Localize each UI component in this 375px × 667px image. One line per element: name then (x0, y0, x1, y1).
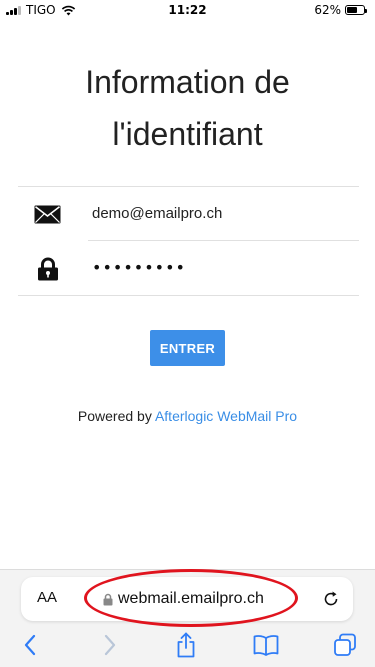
afterlogic-link[interactable]: Afterlogic WebMail Pro (155, 408, 297, 424)
password-row: ••••••••• (18, 241, 359, 296)
divider (18, 295, 359, 296)
page-title-line1: Information de (85, 64, 290, 100)
book-icon (253, 635, 279, 656)
submit-button[interactable]: ENTRER (150, 330, 225, 366)
browser-bar: AA webmail.emailpro.ch (0, 569, 375, 667)
share-button[interactable] (171, 632, 201, 658)
email-field[interactable] (92, 199, 352, 227)
lock-icon (103, 593, 113, 605)
screen: TIGO 11:22 62% Information de l'identifi… (0, 0, 375, 667)
share-icon (177, 632, 195, 658)
padlock-icon (34, 257, 61, 281)
url-field[interactable]: webmail.emailpro.ch (103, 590, 264, 608)
battery-percent: 62% (314, 3, 341, 17)
status-right: 62% (314, 3, 367, 17)
powered-by-prefix: Powered by (77, 408, 155, 424)
bookmarks-button[interactable] (251, 632, 281, 658)
page-title-line2: l'identifiant (112, 116, 263, 152)
tabs-icon (334, 633, 356, 656)
email-row (18, 186, 359, 241)
login-form: ••••••••• (18, 186, 359, 296)
url-text: webmail.emailpro.ch (118, 590, 264, 607)
envelope-icon (34, 203, 61, 225)
reload-icon[interactable] (321, 589, 341, 609)
text-size-button[interactable]: AA (37, 589, 57, 606)
address-bar[interactable]: AA webmail.emailpro.ch (21, 577, 353, 621)
powered-by: Powered by Afterlogic WebMail Pro (0, 408, 375, 424)
chevron-right-icon (104, 634, 116, 656)
text-size-label: AA (37, 589, 58, 606)
chevron-left-icon (24, 634, 36, 656)
page-title: Information de l'identifiant (20, 56, 355, 160)
battery-level (347, 7, 357, 13)
status-bar: TIGO 11:22 62% (0, 0, 375, 20)
browser-toolbar (0, 630, 375, 664)
back-button[interactable] (15, 632, 45, 658)
tabs-button[interactable] (330, 632, 360, 658)
forward-button[interactable] (95, 632, 125, 658)
password-field[interactable]: ••••••••• (92, 258, 186, 277)
battery-icon (345, 5, 367, 15)
